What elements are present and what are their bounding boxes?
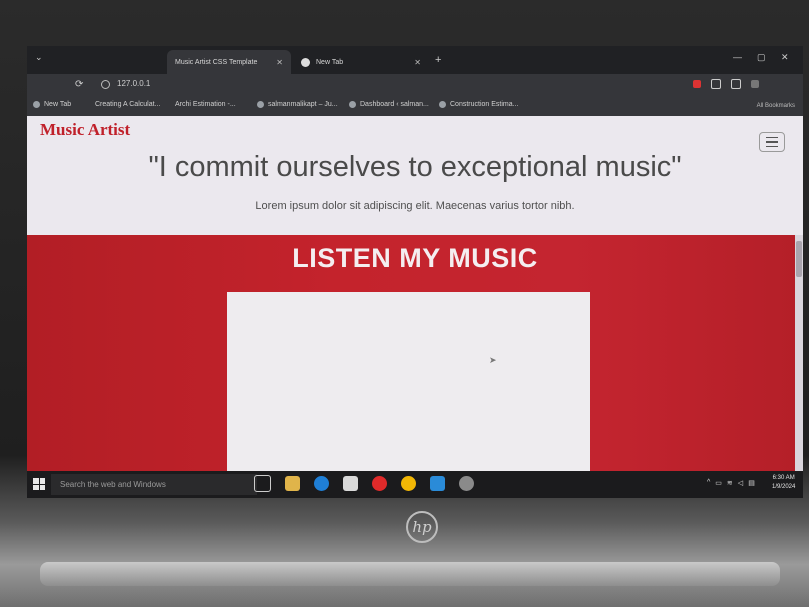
close-tab-icon[interactable]: ✕ — [414, 58, 421, 67]
all-bookmarks[interactable]: All Bookmarks — [757, 103, 795, 109]
tray-overflow-icon[interactable]: ^ — [707, 479, 710, 487]
clock-date: 1/9/2024 — [772, 484, 796, 490]
battery-icon[interactable]: ▭ — [715, 479, 722, 487]
music-player-embed[interactable]: ➤ — [227, 292, 590, 471]
site-info-icon[interactable] — [101, 80, 110, 89]
bookmark-label: Construction Estima... — [450, 101, 519, 108]
sidebar-icon[interactable] — [731, 79, 741, 89]
browser-tab-bar: ⌄ Music Artist CSS Template ✕ New Tab ✕ … — [27, 46, 803, 74]
hamburger-line — [766, 136, 778, 139]
bookmark-item[interactable]: Dashboard ‹ salman... — [349, 101, 429, 108]
bookmark-label: Creating A Calculat... — [95, 101, 161, 108]
bookmark-label: Dashboard ‹ salman... — [360, 101, 429, 108]
sync-icon[interactable] — [711, 79, 721, 89]
site-brand[interactable]: Music Artist — [40, 120, 130, 140]
laptop-screen: ⌄ Music Artist CSS Template ✕ New Tab ✕ … — [27, 46, 803, 498]
bookmark-label: New Tab — [44, 101, 72, 108]
bookmarks-bar: New Tab Creating A Calculat... Archi Est… — [27, 98, 803, 117]
wordpress-icon — [257, 101, 264, 108]
new-tab-button[interactable]: + — [435, 54, 441, 66]
bookmark-item[interactable]: Creating A Calculat... — [95, 101, 160, 108]
bookmark-label: Archi Estimation -... — [175, 101, 236, 108]
hp-logo: hp — [406, 511, 438, 543]
profile-icon[interactable] — [751, 80, 759, 88]
taskbar-apps — [254, 475, 474, 492]
menu-icon[interactable] — [769, 80, 777, 88]
taskbar-clock[interactable]: 6:30 AM 1/9/2024 — [772, 474, 795, 492]
toolbar-icons — [693, 79, 777, 89]
volume-icon[interactable]: ◁ — [738, 479, 743, 487]
chrome-icon — [301, 57, 310, 67]
tab-label: Music Artist CSS Template — [175, 58, 258, 66]
windows-taskbar: Search the web and Windows ^ ▭ ≋ ◁ ▤ 6:3… — [27, 471, 803, 498]
close-window-icon[interactable]: ✕ — [781, 52, 789, 63]
tab-music-artist[interactable]: Music Artist CSS Template ✕ — [167, 50, 291, 74]
page-scrollbar[interactable] — [795, 235, 803, 471]
close-tab-icon[interactable]: ✕ — [276, 58, 283, 67]
chrome-icon[interactable] — [401, 476, 416, 491]
laptop-hinge — [40, 562, 780, 586]
hero-lead: Lorem ipsum dolor sit adipiscing elit. M… — [255, 200, 575, 212]
page-viewport: Music Artist "I commit ourselves to exce… — [27, 116, 803, 471]
opera-icon[interactable] — [372, 476, 387, 491]
store-icon[interactable] — [343, 476, 358, 491]
clock-time: 6:30 AM — [772, 475, 795, 481]
system-tray: ^ ▭ ≋ ◁ ▤ — [707, 479, 755, 487]
globe-icon — [33, 101, 40, 108]
windows-start-icon[interactable] — [33, 478, 45, 490]
vscode-icon[interactable] — [430, 476, 445, 491]
bookmark-item[interactable]: New Tab — [33, 101, 71, 108]
tab-menu-icon[interactable]: ⌄ — [35, 52, 43, 63]
address-bar: ⟳ 127.0.0.1 — [27, 74, 803, 98]
hamburger-line — [766, 145, 778, 148]
reload-icon[interactable]: ⟳ — [75, 79, 83, 90]
tab-new-tab[interactable]: New Tab ✕ — [293, 50, 429, 74]
hero-quote: "I commit ourselves to exceptional music… — [148, 151, 682, 183]
file-explorer-icon[interactable] — [285, 476, 300, 491]
edge-icon[interactable] — [314, 476, 329, 491]
bookmark-item[interactable]: Archi Estimation -... — [175, 101, 236, 108]
wordpress-icon — [349, 101, 356, 108]
bookmark-item[interactable]: Construction Estima... — [439, 101, 518, 108]
bookmark-favicon — [439, 101, 446, 108]
section-title: LISTEN MY MUSIC — [292, 243, 538, 273]
bookmark-item[interactable]: salmanmalikapt – Ju... — [257, 101, 338, 108]
minimize-icon[interactable]: — — [733, 52, 742, 62]
app-icon[interactable] — [459, 476, 474, 491]
listen-music-section: LISTEN MY MUSIC ➤ — [27, 235, 803, 471]
maximize-icon[interactable]: ▢ — [757, 52, 766, 63]
tab-label: New Tab — [316, 58, 344, 66]
url-field[interactable]: 127.0.0.1 — [117, 79, 150, 88]
scrollbar-thumb[interactable] — [796, 241, 802, 277]
wifi-icon[interactable]: ≋ — [727, 479, 733, 487]
task-view-icon[interactable] — [254, 475, 271, 492]
bookmark-label: salmanmalikapt – Ju... — [268, 101, 338, 108]
hamburger-line — [766, 141, 778, 143]
mouse-cursor-icon: ➤ — [489, 355, 497, 365]
extension-icon[interactable] — [693, 80, 701, 88]
notifications-icon[interactable]: ▤ — [748, 479, 755, 487]
hamburger-menu-button[interactable] — [759, 132, 785, 152]
taskbar-search-input[interactable]: Search the web and Windows — [51, 474, 257, 495]
